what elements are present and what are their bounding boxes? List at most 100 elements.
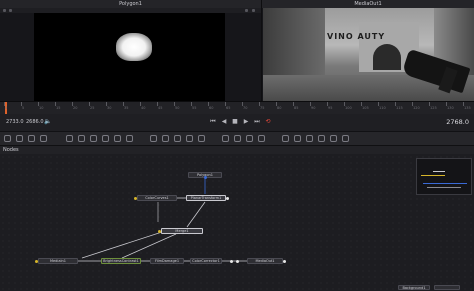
ruler-label: 5 bbox=[22, 106, 25, 110]
play-button[interactable]: ▶ bbox=[242, 118, 250, 126]
input-dot bbox=[158, 229, 161, 233]
node-color-curves[interactable]: ColorCurves1 bbox=[137, 195, 177, 201]
polygon-mask-shape bbox=[116, 33, 152, 61]
viewer-tool-icon[interactable] bbox=[9, 9, 12, 12]
tool-icon[interactable] bbox=[306, 135, 313, 142]
output-dot bbox=[230, 259, 233, 263]
go-to-last-button[interactable]: ⏭ bbox=[253, 118, 261, 126]
tool-icon[interactable] bbox=[198, 135, 205, 142]
tool-icon[interactable] bbox=[28, 135, 35, 142]
ruler-label: 20 bbox=[73, 106, 78, 110]
tool-icon[interactable] bbox=[126, 135, 133, 142]
output-preview-image[interactable]: VINO AUTY bbox=[263, 8, 474, 101]
minimap-line bbox=[433, 171, 445, 172]
input-dot bbox=[134, 196, 137, 200]
right-viewer-title: MediaOut1 bbox=[262, 0, 474, 8]
tool-icon[interactable] bbox=[114, 135, 121, 142]
node-background[interactable]: Background1 bbox=[398, 285, 430, 290]
node-film-damage[interactable]: FilmDamage1 bbox=[150, 258, 184, 264]
output-dot bbox=[226, 196, 229, 200]
loop-button[interactable]: ⟲ bbox=[264, 118, 272, 126]
tool-icon[interactable] bbox=[222, 135, 229, 142]
tool-icon[interactable] bbox=[282, 135, 289, 142]
right-viewer[interactable]: MediaOut1 VINO AUTY bbox=[261, 0, 474, 101]
viewer-tool-icon[interactable] bbox=[3, 9, 6, 12]
tool-icon[interactable] bbox=[318, 135, 325, 142]
transport-bar: 2733.0 2686.0 🔈 ⏮ ◀ ■ ▶ ⏭ ⟲ 2768.0 bbox=[0, 114, 474, 131]
tool-icon[interactable] bbox=[150, 135, 157, 142]
node-connections bbox=[78, 178, 247, 262]
ruler-label: 100 bbox=[345, 106, 352, 110]
ruler-label: 10 bbox=[39, 106, 44, 110]
end-frame-field[interactable]: 2768.0 bbox=[446, 118, 469, 126]
ruler-label: 25 bbox=[90, 106, 95, 110]
effects-toolbar bbox=[0, 131, 474, 146]
play-reverse-button[interactable]: ◀ bbox=[220, 118, 228, 126]
node-merge[interactable]: Merge1 bbox=[161, 228, 203, 234]
tool-icon[interactable] bbox=[234, 135, 241, 142]
ruler-label: 35 bbox=[124, 106, 129, 110]
polygon-preview-canvas[interactable] bbox=[34, 13, 225, 101]
tool-icon[interactable] bbox=[342, 135, 349, 142]
ruler-label: 105 bbox=[362, 106, 369, 110]
viewer-tool-icon[interactable] bbox=[252, 9, 255, 12]
time-ruler[interactable]: 0 5 10 15 20 25 30 35 40 45 50 55 60 65 70 75 80 85 90 95 10… bbox=[0, 101, 474, 114]
ruler-label: 40 bbox=[141, 106, 146, 110]
node-media-in[interactable]: MediaIn1 bbox=[38, 258, 78, 264]
ruler-label: 90 bbox=[311, 106, 316, 110]
ruler-label: 60 bbox=[209, 106, 214, 110]
tool-icon[interactable] bbox=[174, 135, 181, 142]
ruler-label: 0 bbox=[5, 106, 8, 110]
input-dot bbox=[35, 259, 38, 263]
tool-icon[interactable] bbox=[78, 135, 85, 142]
node-brightness-contrast[interactable]: BrightnessContrast1 bbox=[101, 258, 141, 264]
minimap-line bbox=[427, 187, 461, 188]
tool-icon[interactable] bbox=[246, 135, 253, 142]
start-frame-field[interactable]: 2733.0 bbox=[6, 119, 24, 125]
ruler-label: 115 bbox=[396, 106, 403, 110]
tool-icon[interactable] bbox=[258, 135, 265, 142]
node-minimap[interactable] bbox=[416, 158, 472, 195]
ruler-label: 135 bbox=[464, 106, 471, 110]
node-media-out[interactable]: MediaOut1 bbox=[247, 258, 283, 264]
left-viewer-title: Polygon1 bbox=[0, 0, 261, 8]
node-partial[interactable] bbox=[434, 285, 460, 290]
minimap-line bbox=[423, 183, 467, 184]
ruler-label: 95 bbox=[328, 106, 333, 110]
ruler-label: 55 bbox=[192, 106, 197, 110]
speaker-icon[interactable]: 🔈 bbox=[44, 118, 52, 126]
ruler-label: 70 bbox=[243, 106, 248, 110]
go-to-first-button[interactable]: ⏮ bbox=[209, 118, 217, 126]
node-graph[interactable]: Polygon1 ColorCurves1 PlanarTransform1 M… bbox=[0, 154, 474, 291]
wire-brightness-to-merge bbox=[81, 231, 163, 259]
tool-icon[interactable] bbox=[16, 135, 23, 142]
current-frame-field[interactable]: 2686.0 bbox=[26, 119, 44, 125]
node-planar-transform[interactable]: PlanarTransform1 bbox=[186, 195, 226, 201]
tool-icon[interactable] bbox=[4, 135, 11, 142]
tool-icon[interactable] bbox=[294, 135, 301, 142]
ruler-label: 75 bbox=[260, 106, 265, 110]
ruler-label: 85 bbox=[294, 106, 299, 110]
ruler-label: 130 bbox=[447, 106, 454, 110]
tool-icon[interactable] bbox=[66, 135, 73, 142]
node-color-corrector[interactable]: ColorCorrector1 bbox=[190, 258, 222, 264]
ruler-label: 50 bbox=[175, 106, 180, 110]
scene-wall-text: VINO AUTY bbox=[327, 32, 386, 41]
tool-icon[interactable] bbox=[162, 135, 169, 142]
tool-icon[interactable] bbox=[102, 135, 109, 142]
wire-planar-to-merge bbox=[186, 201, 206, 228]
minimap-line bbox=[421, 175, 445, 176]
tool-icon[interactable] bbox=[330, 135, 337, 142]
wire-merge-down bbox=[121, 233, 177, 259]
viewer-tool-icon[interactable] bbox=[245, 9, 248, 12]
ruler-label: 30 bbox=[107, 106, 112, 110]
output-dot bbox=[283, 259, 286, 263]
left-viewer[interactable]: Polygon1 bbox=[0, 0, 261, 101]
tool-icon[interactable] bbox=[40, 135, 47, 142]
output-dot bbox=[236, 259, 239, 263]
ruler-label: 15 bbox=[56, 106, 61, 110]
stop-button[interactable]: ■ bbox=[231, 118, 239, 126]
tool-icon[interactable] bbox=[90, 135, 97, 142]
ruler-label: 65 bbox=[226, 106, 231, 110]
tool-icon[interactable] bbox=[186, 135, 193, 142]
